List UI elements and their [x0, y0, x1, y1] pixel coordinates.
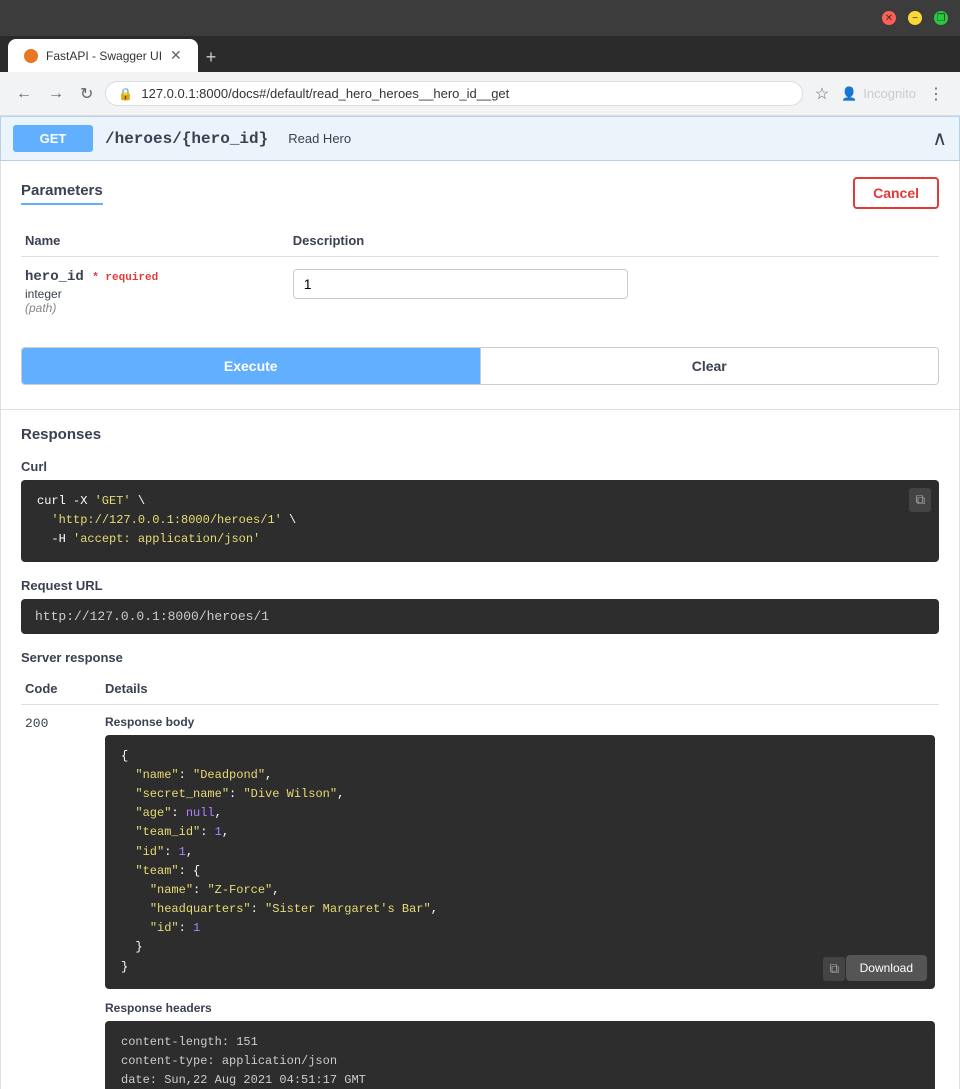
endpoint-summary: Read Hero	[288, 131, 351, 146]
method-badge: GET	[13, 125, 93, 152]
responses-title: Responses	[21, 426, 939, 443]
curl-line-2: 'http://127.0.0.1:8000/heroes/1' \	[37, 511, 923, 530]
response-table: Code Details 200 Response body	[21, 673, 939, 1089]
close-window-button[interactable]: ✕	[882, 11, 896, 25]
tab-favicon-icon	[24, 49, 38, 63]
code-column-header: Code	[21, 673, 101, 705]
param-location: (path)	[25, 301, 285, 315]
maximize-window-button[interactable]: ❐	[934, 11, 948, 25]
description-column-header: Description	[289, 225, 939, 257]
parameters-section: Parameters Cancel Name Description hero_…	[0, 161, 960, 410]
header-date: date: Sun,22 Aug 2021 04:51:17 GMT	[121, 1071, 919, 1089]
curl-code-block: curl -X 'GET' \ 'http://127.0.0.1:8000/h…	[21, 480, 939, 562]
response-headers-block: content-length: 151 content-type: applic…	[105, 1021, 935, 1089]
parameters-title: Parameters	[21, 182, 103, 205]
param-required: * required	[92, 272, 158, 284]
copy-response-button[interactable]: ⧉	[823, 957, 845, 981]
server-response-section: Server response Code Details 200	[21, 650, 939, 1089]
back-button[interactable]: ←	[12, 81, 36, 107]
download-button[interactable]: Download	[846, 955, 927, 981]
server-response-label: Server response	[21, 650, 939, 665]
param-description-cell	[289, 257, 939, 328]
hero-id-input[interactable]	[293, 269, 628, 299]
execute-button[interactable]: Execute	[22, 348, 480, 384]
response-body-label: Response body	[105, 715, 935, 729]
request-url-section: Request URL http://127.0.0.1:8000/heroes…	[21, 578, 939, 634]
new-tab-button[interactable]: +	[198, 43, 225, 72]
reload-button[interactable]: ↻	[76, 80, 97, 108]
param-name: hero_id * required	[25, 269, 285, 285]
curl-line-3: -H 'accept: application/json'	[37, 530, 923, 549]
active-tab[interactable]: FastAPI - Swagger UI ✕	[8, 39, 198, 72]
browser-chrome: ✕ − ❐ FastAPI - Swagger UI ✕ + ← → ↻ 🔒 1…	[0, 0, 960, 116]
menu-button[interactable]: ⋮	[924, 80, 948, 108]
copy-curl-button[interactable]: ⧉	[909, 488, 931, 512]
parameters-table: Name Description hero_id * required inte…	[21, 225, 939, 327]
toolbar-actions: ☆ 👤 Incognito ⋮	[811, 80, 948, 108]
forward-button[interactable]: →	[44, 81, 68, 107]
main-content: GET /heroes/{hero_id} Read Hero ∧ Parame…	[0, 116, 960, 1089]
address-bar[interactable]: 🔒 127.0.0.1:8000/docs#/default/read_hero…	[105, 81, 802, 106]
param-name-cell: hero_id * required integer (path)	[21, 257, 289, 328]
browser-toolbar: ← → ↻ 🔒 127.0.0.1:8000/docs#/default/rea…	[0, 72, 960, 116]
header-content-type: content-type: application/json	[121, 1052, 919, 1071]
clear-button[interactable]: Clear	[480, 348, 939, 384]
curl-label: Curl	[21, 459, 939, 474]
curl-section: Curl curl -X 'GET' \ 'http://127.0.0.1:8…	[21, 459, 939, 562]
titlebar: ✕ − ❐	[0, 0, 960, 36]
action-buttons: Execute Clear	[21, 347, 939, 385]
incognito-icon: 👤	[841, 86, 857, 102]
response-code: 200	[25, 716, 48, 731]
responses-section: Responses Curl curl -X 'GET' \ 'http://1…	[0, 410, 960, 1089]
endpoint-header: GET /heroes/{hero_id} Read Hero ∧	[0, 116, 960, 161]
bookmark-button[interactable]: ☆	[811, 80, 833, 108]
collapse-button[interactable]: ∧	[932, 126, 947, 151]
header-content-length: content-length: 151	[121, 1033, 919, 1052]
table-row: hero_id * required integer (path)	[21, 257, 939, 328]
curl-line-1: curl -X 'GET' \	[37, 492, 923, 511]
incognito-button[interactable]: 👤 Incognito	[841, 86, 916, 102]
endpoint-path: /heroes/{hero_id}	[105, 130, 268, 148]
lock-icon: 🔒	[118, 87, 133, 101]
param-type: integer	[25, 287, 285, 301]
details-column-header: Details	[101, 673, 939, 705]
tabs-bar: FastAPI - Swagger UI ✕ +	[0, 36, 960, 72]
response-row: 200 Response body { "name": "Deadpond", …	[21, 704, 939, 1089]
request-url-label: Request URL	[21, 578, 939, 593]
incognito-label: Incognito	[863, 86, 916, 101]
address-text: 127.0.0.1:8000/docs#/default/read_hero_h…	[141, 86, 509, 101]
name-column-header: Name	[21, 225, 289, 257]
window-controls: ✕ − ❐	[882, 11, 948, 25]
cancel-button[interactable]: Cancel	[853, 177, 939, 209]
response-body-block: { "name": "Deadpond", "secret_name": "Di…	[105, 735, 935, 989]
tab-title: FastAPI - Swagger UI	[46, 49, 162, 63]
swagger-panel: GET /heroes/{hero_id} Read Hero ∧ Parame…	[0, 116, 960, 1089]
tab-close-icon[interactable]: ✕	[170, 47, 182, 64]
response-headers-label: Response headers	[105, 1001, 935, 1015]
parameters-header: Parameters Cancel	[21, 177, 939, 209]
minimize-window-button[interactable]: −	[908, 11, 922, 25]
request-url-block: http://127.0.0.1:8000/heroes/1	[21, 599, 939, 634]
